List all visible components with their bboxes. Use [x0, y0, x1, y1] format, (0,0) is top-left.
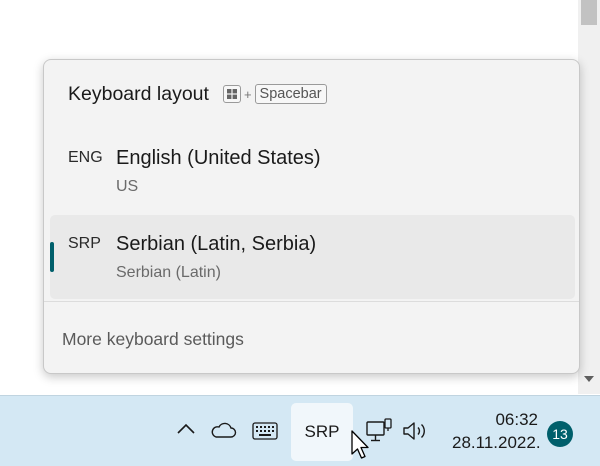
selected-indicator [50, 242, 54, 272]
notification-badge[interactable]: 13 [547, 421, 573, 447]
layout-item-english[interactable]: ENG English (United States) US [50, 129, 575, 213]
layout-code: SRP [68, 235, 101, 252]
layout-name: Serbian (Latin, Serbia) [116, 233, 317, 255]
layout-name: English (United States) [116, 147, 321, 169]
taskbar: SRP 06:32 28.11.2022. 13 [0, 395, 600, 466]
layout-subtitle: US [116, 178, 139, 195]
chevron-up-icon[interactable] [175, 422, 197, 436]
layout-item-serbian[interactable]: SRP Serbian (Latin, Serbia) Serbian (Lat… [50, 215, 575, 299]
layout-subtitle: Serbian (Latin) [116, 264, 221, 281]
flyout-title: Keyboard layout [68, 82, 209, 105]
mouse-cursor-icon [350, 430, 372, 465]
more-keyboard-settings-link[interactable]: More keyboard settings [62, 329, 244, 350]
spacebar-key: Spacebar [254, 84, 327, 104]
window-scrollbar[interactable] [578, 0, 600, 394]
clock-time: 06:32 [495, 410, 538, 429]
keyboard-icon[interactable] [252, 422, 278, 440]
windows-key-icon [222, 85, 241, 103]
shortcut-plus: + [243, 86, 252, 102]
divider [44, 301, 579, 302]
keyboard-layout-flyout: Keyboard layout + Spacebar ENG English (… [43, 59, 580, 374]
flyout-header: Keyboard layout + Spacebar [68, 80, 327, 108]
input-language-button[interactable]: SRP [291, 403, 353, 461]
shortcut-hint: + Spacebar [222, 84, 327, 104]
layout-code: ENG [68, 149, 103, 166]
scrollbar-thumb[interactable] [581, 0, 597, 25]
cloud-icon[interactable] [209, 420, 237, 440]
volume-icon[interactable] [401, 419, 429, 443]
clock-date: 28.11.2022. [452, 433, 541, 452]
scroll-down-arrow-icon[interactable] [584, 376, 594, 382]
clock[interactable]: 06:32 28.11.2022. [452, 408, 541, 454]
